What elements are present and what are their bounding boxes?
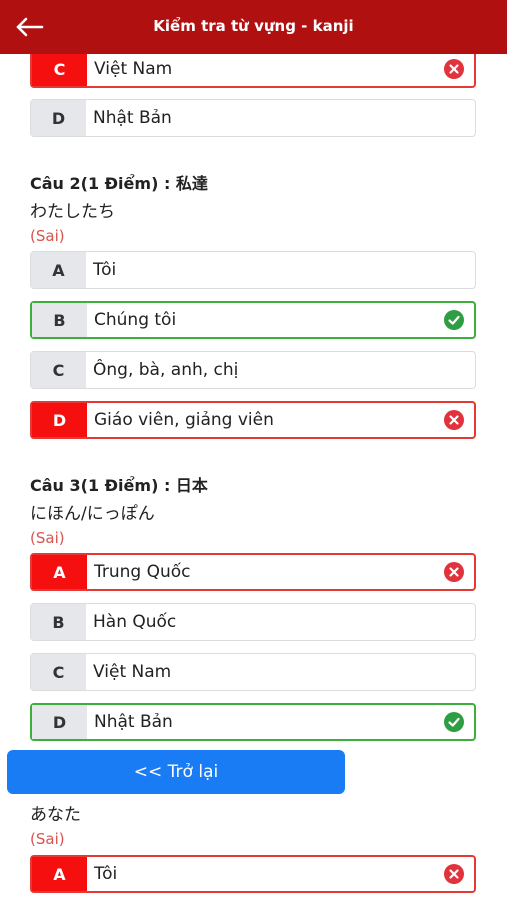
- option-text: Việt Nam: [93, 662, 172, 682]
- option-letter: C: [32, 54, 87, 86]
- result-status: (Sai): [30, 830, 65, 848]
- option-letter: C: [31, 654, 86, 690]
- option-letter: C: [31, 352, 86, 388]
- result-status: (Sai): [30, 227, 65, 245]
- option-letter: D: [32, 403, 87, 437]
- option-text: Hàn Quốc: [93, 612, 177, 632]
- wrong-x-icon: [444, 562, 464, 582]
- option-letter: A: [32, 555, 87, 589]
- q2-option-c[interactable]: C Ông, bà, anh, chị: [30, 351, 476, 389]
- option-text: Trung Quốc: [94, 562, 191, 582]
- option-text: Tôi: [94, 864, 118, 884]
- option-text: Tôi: [93, 260, 117, 280]
- option-text: Ông, bà, anh, chị: [93, 360, 239, 380]
- q3-option-b[interactable]: B Hàn Quốc: [30, 603, 476, 641]
- wrong-x-icon: [444, 59, 464, 79]
- q4-option-a[interactable]: A Tôi: [30, 855, 476, 893]
- option-letter: B: [31, 604, 86, 640]
- q2-option-d[interactable]: D Giáo viên, giảng viên: [30, 401, 476, 439]
- option-letter: D: [31, 100, 86, 136]
- wrong-x-icon: [444, 864, 464, 884]
- option-text: Giáo viên, giảng viên: [94, 410, 274, 430]
- q2-option-a[interactable]: A Tôi: [30, 251, 476, 289]
- back-button[interactable]: << Trở lại: [7, 750, 345, 794]
- option-letter: D: [32, 705, 87, 739]
- question-title: Câu 3(1 Điểm) : 日本: [30, 476, 208, 495]
- question-kana: あなた: [30, 805, 81, 825]
- q2-option-b[interactable]: B Chúng tôi: [30, 301, 476, 339]
- q3-option-d[interactable]: D Nhật Bản: [30, 703, 476, 741]
- option-letter: A: [32, 857, 87, 891]
- option-letter: B: [32, 303, 87, 337]
- app-header: Kiểm tra từ vựng - kanji: [0, 0, 507, 54]
- quiz-content[interactable]: C Việt Nam D Nhật Bản Câu 2(1 Điểm) : 私達…: [0, 54, 507, 900]
- page-title: Kiểm tra từ vựng - kanji: [153, 17, 354, 35]
- option-text: Việt Nam: [94, 59, 173, 79]
- q3-option-c[interactable]: C Việt Nam: [30, 653, 476, 691]
- q1-option-c[interactable]: C Việt Nam: [30, 54, 476, 88]
- option-text: Chúng tôi: [94, 310, 177, 330]
- correct-check-icon: [444, 712, 464, 732]
- option-text: Nhật Bản: [94, 712, 173, 732]
- question-kana: わたしたち: [30, 202, 115, 222]
- result-status: (Sai): [30, 529, 65, 547]
- option-text: Nhật Bản: [93, 108, 172, 128]
- question-title: Câu 2(1 Điểm) : 私達: [30, 174, 208, 193]
- wrong-x-icon: [444, 410, 464, 430]
- q3-option-a[interactable]: A Trung Quốc: [30, 553, 476, 591]
- option-letter: A: [31, 252, 86, 288]
- correct-check-icon: [444, 310, 464, 330]
- q1-option-d[interactable]: D Nhật Bản: [30, 99, 476, 137]
- question-kana: にほん/にっぽん: [30, 504, 155, 524]
